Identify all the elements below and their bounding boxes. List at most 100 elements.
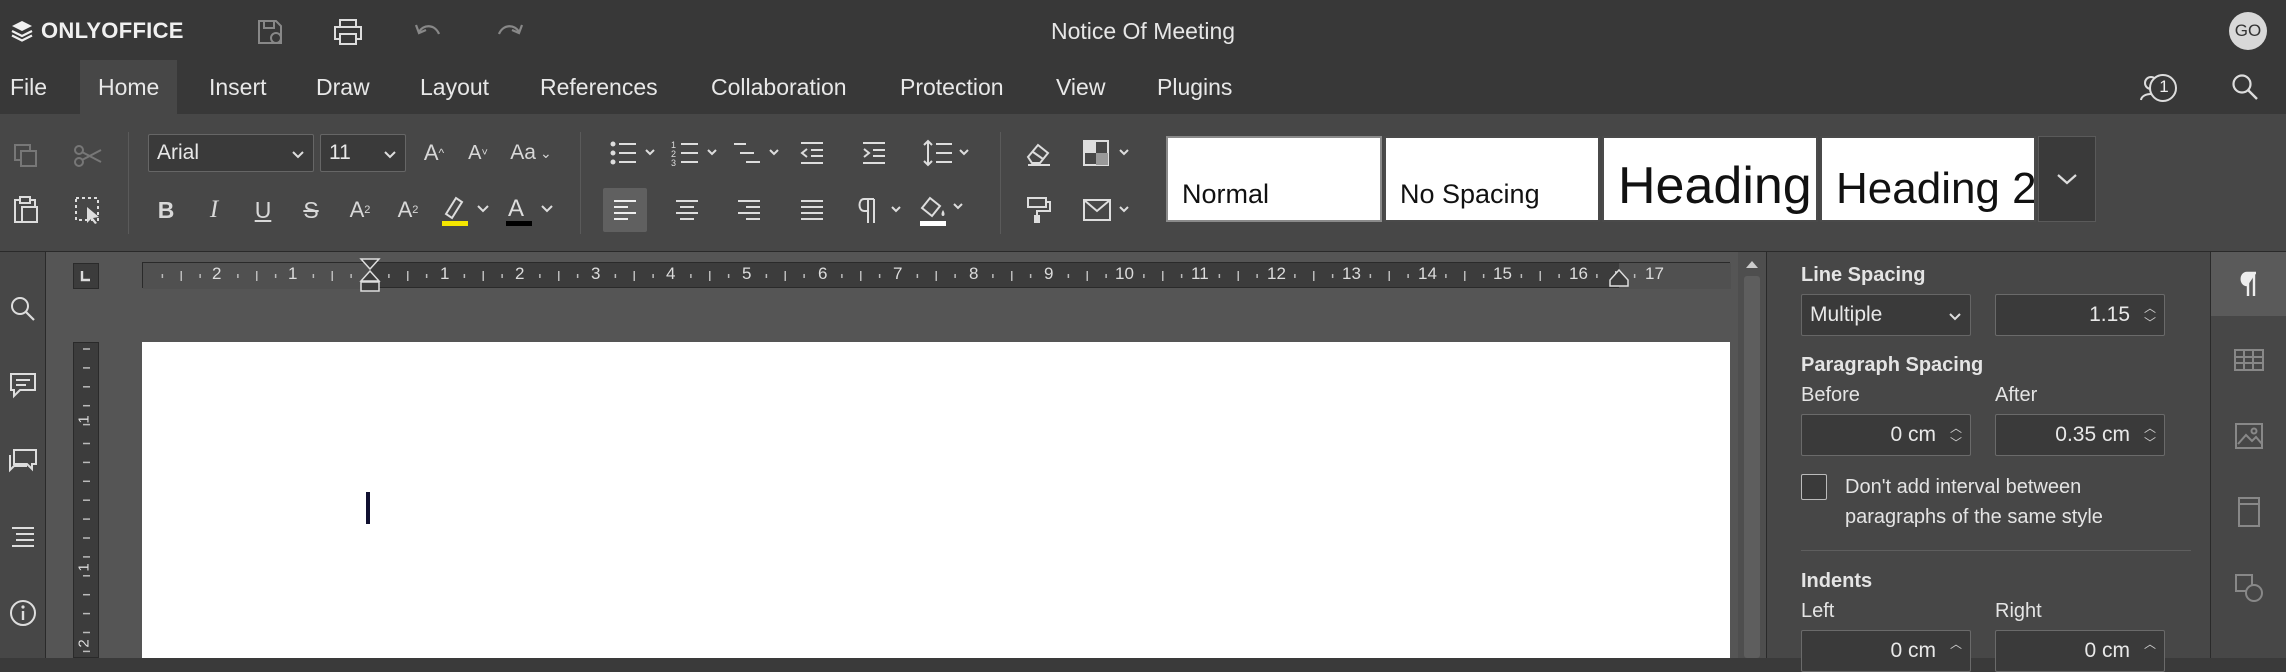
decrease-indent-icon[interactable] (790, 131, 834, 175)
tab-collaboration[interactable]: Collaboration (697, 60, 861, 114)
tab-protection[interactable]: Protection (886, 60, 1018, 114)
image-settings-icon[interactable] (2211, 404, 2286, 468)
line-spacing-icon[interactable] (920, 131, 976, 175)
about-icon[interactable] (0, 588, 46, 638)
copy-style-icon[interactable] (1016, 188, 1060, 232)
align-center-icon[interactable] (665, 188, 709, 232)
right-indent-marker-icon[interactable] (1605, 267, 1633, 289)
superscript-icon[interactable]: A2 (338, 188, 382, 232)
style-normal[interactable]: Normal (1166, 136, 1382, 222)
spacing-after-field[interactable]: 0.35 cm ︿ ﹀ (1995, 414, 2165, 456)
search-icon[interactable] (2230, 72, 2260, 107)
save-icon[interactable] (248, 10, 292, 54)
indent-right-label: Right (1995, 600, 2042, 622)
document-page[interactable] (142, 342, 1730, 658)
increase-indent-icon[interactable] (852, 131, 896, 175)
vertical-ruler[interactable]: 1 1 2 (73, 342, 99, 658)
chat-icon[interactable] (0, 436, 46, 486)
paragraph-settings-panel: Line Spacing Multiple 1.15 ︿ ﹀ Paragraph … (1766, 252, 2210, 672)
navigation-icon[interactable] (0, 512, 46, 562)
undo-icon[interactable] (406, 10, 450, 54)
multilevel-list-icon[interactable] (730, 131, 786, 175)
chevron-up-icon[interactable]: ︿ (1950, 635, 1962, 652)
styles-expand-button[interactable] (2038, 136, 2096, 222)
line-spacing-value-field[interactable]: 1.15 ︿ ﹀ (1995, 294, 2165, 336)
before-label: Before (1801, 384, 1860, 406)
indent-left-field[interactable]: 0 cm ︿ (1801, 630, 1971, 672)
tab-draw[interactable]: Draw (302, 60, 384, 114)
tab-references[interactable]: References (526, 60, 672, 114)
decrease-font-icon[interactable]: A ˅ (456, 131, 500, 175)
spacing-before-field[interactable]: 0 cm ︿ ﹀ (1801, 414, 1971, 456)
left-sidebar (0, 252, 46, 658)
tab-home[interactable]: Home (80, 60, 178, 114)
increase-font-icon[interactable]: A ^ (412, 131, 456, 175)
collaborators-button[interactable]: 1 (2138, 70, 2180, 104)
style-no-spacing[interactable]: No Spacing (1384, 136, 1600, 222)
align-left-icon[interactable] (603, 188, 647, 232)
search-icon[interactable] (0, 284, 46, 334)
select-all-icon[interactable] (66, 188, 110, 232)
tab-plugins[interactable]: Plugins (1143, 60, 1246, 114)
line-spacing-title: Line Spacing (1801, 264, 1926, 286)
tab-insert[interactable]: Insert (195, 60, 281, 114)
indent-marker-icon[interactable] (353, 257, 387, 297)
print-icon[interactable] (326, 10, 370, 54)
style-heading-1[interactable]: Heading 1 (1602, 136, 1818, 222)
shading-icon[interactable] (914, 188, 970, 232)
underline-icon[interactable]: U (241, 188, 285, 232)
no-interval-checkbox[interactable] (1801, 474, 1827, 500)
italic-icon[interactable]: I (192, 188, 236, 232)
mail-merge-icon[interactable] (1080, 188, 1136, 232)
spacing-after-value: 0.35 cm (2055, 423, 2130, 446)
table-settings-icon[interactable] (2211, 328, 2286, 392)
style-heading-2[interactable]: Heading 2 (1820, 136, 2036, 222)
bold-icon[interactable]: B (144, 188, 188, 232)
paragraph-settings-icon[interactable] (2211, 252, 2286, 316)
user-avatar[interactable]: GO (2229, 12, 2267, 50)
chevron-up-icon[interactable]: ︿ (2144, 635, 2156, 652)
tab-stop-selector[interactable] (73, 263, 99, 289)
cut-icon[interactable] (66, 134, 110, 178)
font-name-select[interactable]: Arial (148, 134, 314, 172)
scroll-up-icon[interactable] (1744, 258, 1760, 270)
indent-right-field[interactable]: 0 cm ︿ (1995, 630, 2165, 672)
copy-icon[interactable] (4, 134, 48, 178)
comments-icon[interactable] (0, 360, 46, 410)
title-bar: ONLYOFFICE Notice Of Meeting GO (0, 0, 2286, 60)
highlight-color-icon[interactable] (436, 188, 496, 232)
chevron-down-icon[interactable]: ﹀ (2144, 314, 2156, 331)
align-right-icon[interactable] (727, 188, 771, 232)
header-footer-settings-icon[interactable] (2211, 480, 2286, 544)
chevron-down-icon (1949, 313, 1961, 321)
horizontal-ruler[interactable]: 2 1 1 2 3 4 5 6 7 8 9 10 11 12 13 14 15 … (142, 258, 1731, 292)
chevron-down-icon[interactable]: ﹀ (1950, 434, 1962, 451)
bullets-icon[interactable] (606, 131, 662, 175)
line-spacing-mode-value: Multiple (1810, 303, 1883, 326)
line-spacing-mode-select[interactable]: Multiple (1801, 294, 1971, 336)
redo-icon[interactable] (488, 10, 532, 54)
chevron-down-icon (292, 151, 304, 159)
shape-settings-icon[interactable] (2211, 556, 2286, 620)
tab-view[interactable]: View (1042, 60, 1119, 114)
font-color-icon[interactable]: A (500, 188, 560, 232)
scrollbar-thumb[interactable] (1744, 276, 1760, 658)
ruler-number: 13 (1342, 264, 1361, 283)
tab-layout[interactable]: Layout (406, 60, 503, 114)
justify-icon[interactable] (790, 188, 834, 232)
color-scheme-icon[interactable] (1080, 131, 1136, 175)
vertical-scrollbar[interactable] (1738, 252, 1766, 658)
font-size-select[interactable]: 11 (320, 134, 406, 172)
subscript-icon[interactable]: A2 (386, 188, 430, 232)
ruler-number: 12 (1267, 264, 1286, 283)
paste-icon[interactable] (4, 188, 48, 232)
nonprinting-characters-icon[interactable] (852, 188, 908, 232)
change-case-icon[interactable]: Aa ⌄ (502, 131, 560, 175)
chevron-down-icon[interactable]: ﹀ (2144, 434, 2156, 451)
chevron-down-icon (384, 151, 396, 159)
numbering-icon[interactable]: 123 (668, 131, 724, 175)
strikethrough-icon[interactable]: S (289, 188, 333, 232)
ruler-number: 10 (1115, 264, 1134, 283)
clear-style-icon[interactable] (1016, 131, 1060, 175)
tab-file[interactable]: File (0, 60, 61, 114)
